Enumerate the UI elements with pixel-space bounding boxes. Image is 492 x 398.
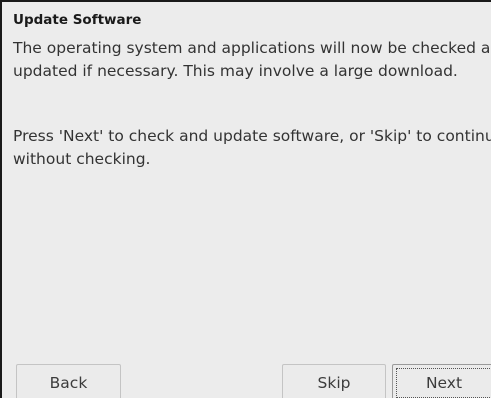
instruction-paragraph: Press 'Next' to check and update softwar… [13, 125, 491, 171]
back-button[interactable]: Back [16, 364, 121, 398]
page-title: Update Software [13, 12, 142, 28]
skip-button[interactable]: Skip [282, 364, 386, 398]
instruction-line-1: Press 'Next' to check and update softwar… [13, 127, 491, 145]
description-line-2: updated if necessary. This may involve a… [13, 62, 458, 80]
update-software-dialog: Update Software The operating system and… [0, 0, 491, 398]
instruction-line-2: without checking. [13, 150, 151, 168]
description-paragraph: The operating system and applications wi… [13, 37, 491, 83]
description-line-1: The operating system and applications wi… [13, 39, 491, 57]
next-button[interactable]: Next [392, 364, 491, 398]
